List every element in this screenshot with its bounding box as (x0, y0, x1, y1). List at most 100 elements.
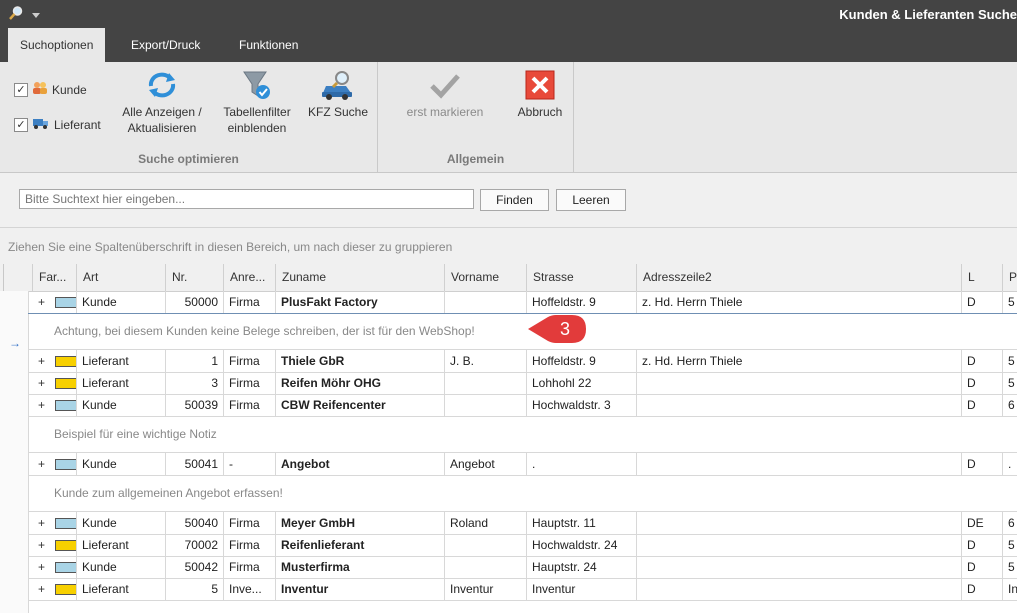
cell-strasse: Hauptstr. 24 (526, 556, 636, 578)
callout-number: 3 (559, 319, 570, 339)
row-note-text: Kunde zum allgemeinen Angebot erfassen! (54, 486, 283, 500)
cell-plz: 6 (1002, 394, 1017, 416)
cell-art: Kunde (76, 453, 165, 475)
cell-vorname (444, 556, 526, 578)
filter-kunde-checkbox[interactable]: ✓ Kunde (14, 81, 87, 98)
table-row[interactable]: + Kunde 50039 Firma CBW Reifencenter Hochwald… (28, 394, 1017, 417)
column-header-anrede[interactable]: Anre... (223, 264, 275, 291)
column-header-art[interactable]: Art (76, 264, 165, 291)
table-row[interactable]: + Lieferant 5 Inve... Inventur Inventur Invent… (28, 578, 1017, 601)
column-header-zuname[interactable]: Zuname (275, 264, 444, 291)
checkbox-checked-icon[interactable]: ✓ (14, 82, 28, 97)
filter-kunde-label: Kunde (52, 82, 87, 97)
expand-icon[interactable]: + (38, 350, 45, 372)
expand-icon[interactable]: + (38, 394, 45, 416)
cell-vorname (444, 534, 526, 556)
expand-icon[interactable]: + (38, 556, 45, 578)
table-filter-label-line1: Tabellenfilter (223, 105, 291, 119)
column-header-adresszeile2[interactable]: Adresszeile2 (636, 264, 961, 291)
expand-icon[interactable]: + (38, 534, 45, 556)
mark-first-button[interactable]: erst markieren (392, 66, 498, 120)
cell-zuname: Angebot (275, 453, 444, 475)
cell-land: D (961, 372, 1002, 394)
cell-plz: 5 (1002, 291, 1017, 313)
cell-vorname: Inventur (444, 578, 526, 600)
table-filter-button[interactable]: Tabellenfilter einblenden (214, 66, 300, 136)
color-swatch (55, 584, 76, 595)
quick-access-toolbar (8, 5, 40, 24)
dropdown-arrow-icon[interactable] (32, 8, 40, 22)
cell-nr: 1 (165, 350, 223, 372)
column-header-land[interactable]: L (961, 264, 1002, 291)
table-row[interactable]: + Kunde 50040 Firma Meyer GmbH Roland Hauptstr… (28, 512, 1017, 535)
refresh-label-line2: Aktualisieren (127, 121, 197, 135)
find-button[interactable]: Finden (480, 189, 549, 211)
table-row[interactable]: + Kunde 50000 Firma PlusFakt Factory Hoffelds… (28, 291, 1017, 314)
cell-plz: 5 (1002, 556, 1017, 578)
color-swatch (55, 400, 76, 411)
group-by-panel[interactable]: Ziehen Sie eine Spaltenüberschrift in di… (0, 228, 1017, 264)
color-cell: + (28, 350, 76, 372)
kfz-search-button[interactable]: KFZ Suche (302, 66, 374, 120)
cell-strasse: Lohhohl 22 (526, 372, 636, 394)
magnifier-icon[interactable] (8, 5, 24, 24)
cell-anrede: Firma (223, 534, 275, 556)
cell-plz: 5 (1002, 372, 1017, 394)
row-note: Beispiel für eine wichtige Notiz (28, 416, 1017, 453)
table-row[interactable]: + Lieferant 3 Firma Reifen Möhr OHG Lohhohl 2… (28, 372, 1017, 395)
table-row[interactable]: + Lieferant 1 Firma Thiele GbR J. B. Hoffeldst… (28, 350, 1017, 373)
cell-strasse: Hoffeldstr. 9 (526, 350, 636, 372)
cancel-button[interactable]: Abbruch (508, 66, 572, 120)
tab-funktionen[interactable]: Funktionen (227, 28, 310, 62)
expand-icon[interactable]: + (38, 512, 45, 534)
cell-nr: 3 (165, 372, 223, 394)
cell-land: D (961, 556, 1002, 578)
search-input[interactable] (19, 189, 474, 209)
row-note-text: Beispiel für eine wichtige Notiz (54, 427, 217, 441)
cell-nr: 50042 (165, 556, 223, 578)
color-swatch (55, 540, 76, 551)
column-header-plz[interactable]: P (1002, 264, 1017, 291)
expand-icon[interactable]: + (38, 578, 45, 600)
cell-strasse: Hauptstr. 11 (526, 512, 636, 534)
filter-lieferant-label: Lieferant (54, 117, 101, 132)
focused-row-arrow-icon: → (9, 336, 21, 350)
cell-art: Lieferant (76, 578, 165, 600)
expand-icon[interactable]: + (38, 453, 45, 475)
cell-anrede: Firma (223, 512, 275, 534)
column-header-farbe[interactable]: Far... (32, 264, 76, 291)
table-row[interactable]: + Kunde 50042 Firma Musterfirma Hauptstr. 24 D… (28, 556, 1017, 579)
table-row[interactable]: + Kunde 50041- Angebot Angebot. D. (28, 453, 1017, 476)
column-header-vorname[interactable]: Vorname (444, 264, 526, 291)
row-note: Kunde zum allgemeinen Angebot erfassen! (28, 475, 1017, 512)
checkbox-checked-icon[interactable]: ✓ (14, 117, 28, 132)
cell-anrede: - (223, 453, 275, 475)
cell-strasse: Hochwaldstr. 3 (526, 394, 636, 416)
refresh-all-button[interactable]: Alle Anzeigen / Aktualisieren (112, 66, 212, 136)
tab-export-druck[interactable]: Export/Druck (119, 28, 212, 62)
column-header-nr[interactable]: Nr. (165, 264, 223, 291)
expand-icon[interactable]: + (38, 291, 45, 313)
clear-button[interactable]: Leeren (556, 189, 626, 211)
column-header-strasse[interactable]: Strasse (526, 264, 636, 291)
table-filter-label-line2: einblenden (227, 121, 287, 135)
cell-nr: 50041 (165, 453, 223, 475)
customer-grid: Far... Art Nr. Anre... Zuname Vorname St… (0, 264, 1017, 613)
cell-strasse: Inventur (526, 578, 636, 600)
cell-anrede: Firma (223, 394, 275, 416)
cell-plz: In (1002, 578, 1017, 600)
color-cell: + (28, 394, 76, 416)
cell-nr: 50000 (165, 291, 223, 313)
expand-icon[interactable]: + (38, 372, 45, 394)
cancel-label: Abbruch (517, 105, 563, 119)
cell-anrede: Firma (223, 372, 275, 394)
table-row[interactable]: + Lieferant 70002 Firma Reifenlieferant Hochw… (28, 534, 1017, 557)
tab-suchoptionen[interactable]: Suchoptionen (8, 28, 106, 62)
filter-lieferant-checkbox[interactable]: ✓ Lieferant (14, 116, 101, 133)
cell-vorname (444, 372, 526, 394)
mark-first-label: erst markieren (406, 105, 484, 119)
car-search-icon (302, 66, 374, 104)
cell-zuname: Meyer GmbH (275, 512, 444, 534)
title-bar: Kunden & Lieferanten Suche (0, 0, 1017, 28)
cell-land: D (961, 453, 1002, 475)
